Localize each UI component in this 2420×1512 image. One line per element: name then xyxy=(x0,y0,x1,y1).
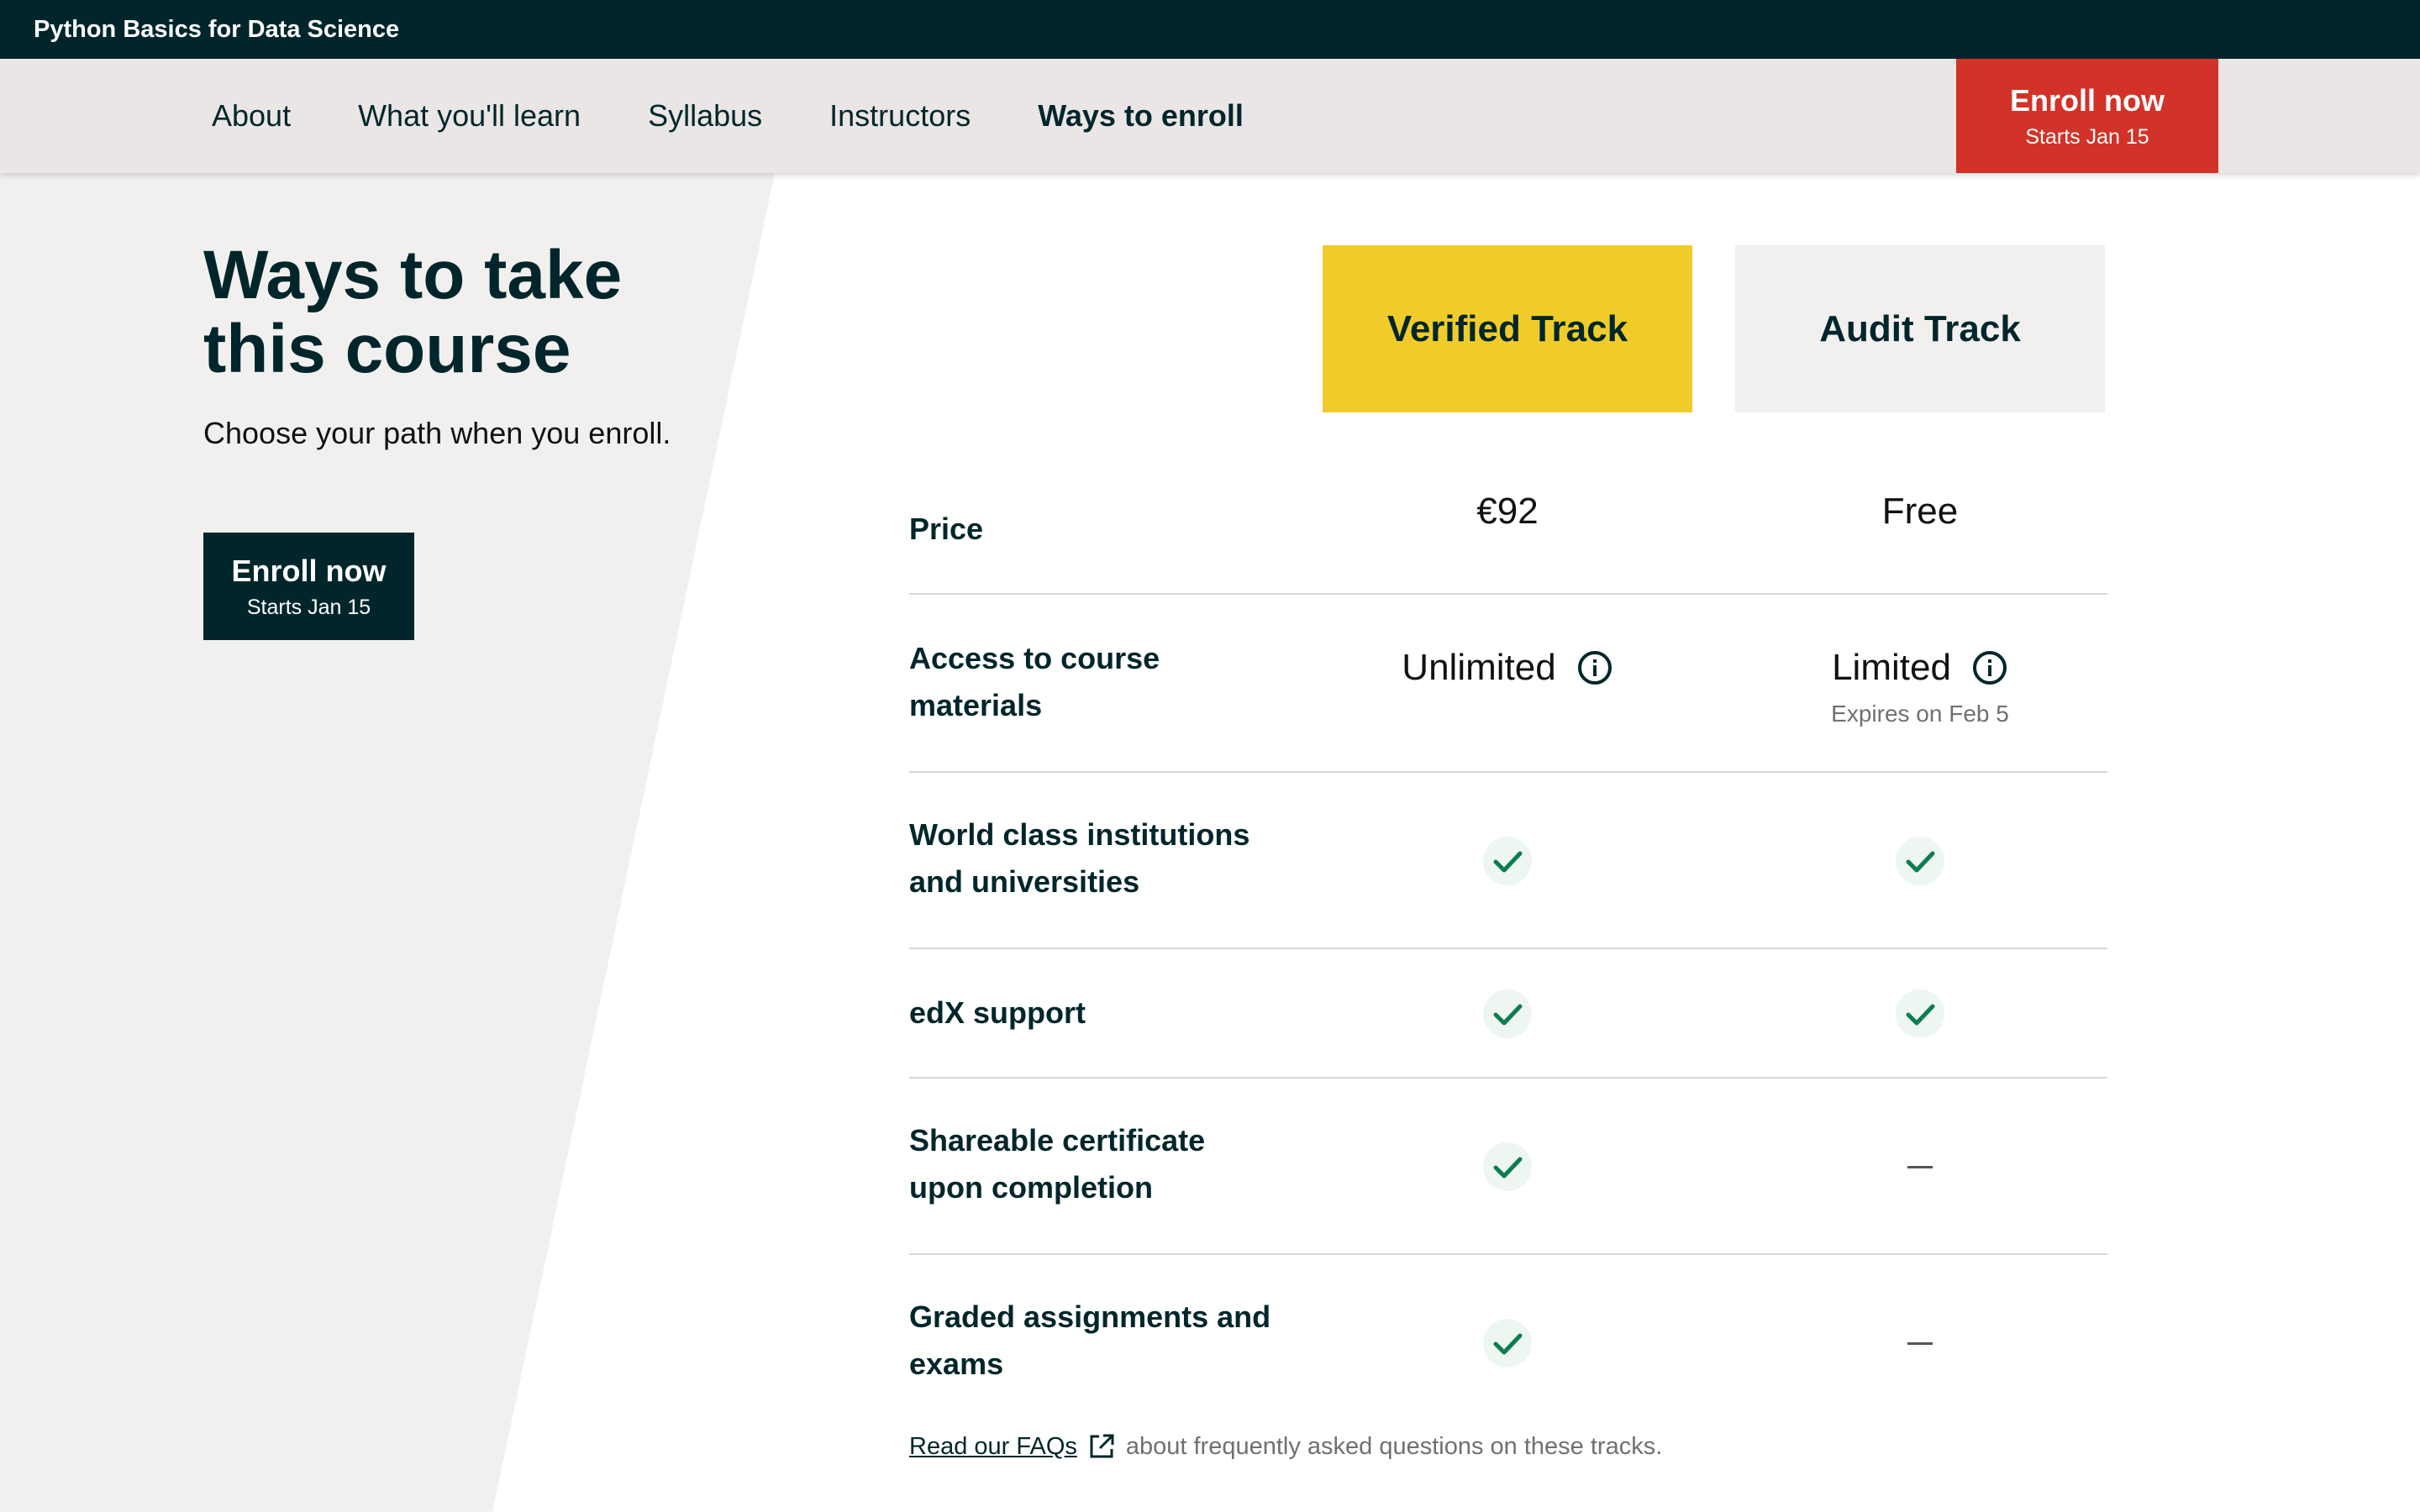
row-label-certificate-line-1: Shareable certificate xyxy=(909,1123,1206,1158)
info-icon[interactable] xyxy=(1576,649,1613,686)
row-label-access-line-1: Access to course xyxy=(909,641,1160,675)
dash-icon xyxy=(1907,1342,1933,1345)
dash-icon xyxy=(1907,1166,1933,1168)
verified-institutions-cell xyxy=(1323,837,1692,885)
row-label-graded-line-2: exams xyxy=(909,1347,1004,1381)
row-price: Price €92 Free xyxy=(909,454,2107,595)
verified-graded-cell xyxy=(1323,1319,1692,1368)
page-title: Ways to take this course xyxy=(203,239,674,386)
faq-text: about frequently asked questions on thes… xyxy=(1125,1432,1663,1460)
row-support: edX support xyxy=(909,949,2107,1079)
section-nav: About What you'll learn Syllabus Instruc… xyxy=(0,59,2420,173)
row-label-graded-line-1: Graded assignments and xyxy=(909,1299,1271,1334)
nav-links: About What you'll learn Syllabus Instruc… xyxy=(212,59,1311,173)
check-icon xyxy=(1483,990,1532,1038)
top-bar: Python Basics for Data Science xyxy=(0,0,2420,59)
nav-syllabus[interactable]: Syllabus xyxy=(648,98,762,134)
intro-enroll-start-date: Starts Jan 15 xyxy=(246,595,371,619)
info-icon[interactable] xyxy=(1971,649,2008,686)
audit-access: Limited xyxy=(1832,647,2008,689)
nav-enroll-label: Enroll now xyxy=(2010,82,2165,118)
nav-what-youll-learn[interactable]: What you'll learn xyxy=(358,98,581,134)
faq-link[interactable]: Read our FAQs xyxy=(909,1433,1077,1461)
audit-certificate-cell xyxy=(1735,1142,2105,1168)
verified-access-value: Unlimited xyxy=(1402,647,1556,688)
row-label-access-line-2: materials xyxy=(909,688,1043,722)
row-label-certificate-line-2: upon completion xyxy=(909,1170,1153,1205)
audit-track-header: Audit Track xyxy=(1735,245,2105,412)
audit-access-value: Limited xyxy=(1832,647,1951,688)
row-label-support: edX support xyxy=(909,995,1086,1030)
row-label-institutions-line-1: World class institutions xyxy=(909,817,1250,852)
row-label-institutions: World class institutions and universitie… xyxy=(909,811,1296,906)
row-label-price: Price xyxy=(909,512,984,546)
row-label-certificate: Shareable certificate upon completion xyxy=(909,1117,1296,1211)
check-icon xyxy=(1896,990,1944,1038)
nav-instructors[interactable]: Instructors xyxy=(829,98,971,134)
faq-note: Read our FAQs about frequently asked que… xyxy=(909,1432,1662,1461)
audit-support-cell xyxy=(1735,990,2105,1038)
verified-price-cell: €92 xyxy=(1323,491,1692,533)
audit-graded-cell xyxy=(1735,1319,2105,1345)
verified-support-cell xyxy=(1323,990,1692,1038)
row-label-access: Access to course materials xyxy=(909,635,1296,729)
nav-enroll-button[interactable]: Enroll now Starts Jan 15 xyxy=(1956,59,2218,173)
external-link-icon[interactable] xyxy=(1087,1432,1116,1461)
row-label-institutions-line-2: and universities xyxy=(909,864,1140,899)
verified-access: Unlimited xyxy=(1402,647,1612,689)
row-access: Access to course materials Unlimited Lim… xyxy=(909,595,2107,773)
audit-price-cell: Free xyxy=(1735,491,2105,533)
audit-access-expiry: Expires on Feb 5 xyxy=(1831,701,2009,727)
audit-price: Free xyxy=(1881,491,1959,532)
nav-about[interactable]: About xyxy=(212,98,291,134)
verified-track-header: Verified Track xyxy=(1323,245,1692,412)
row-certificate: Shareable certificate upon completion xyxy=(909,1079,2107,1255)
nav-ways-to-enroll[interactable]: Ways to enroll xyxy=(1038,98,1244,134)
row-graded: Graded assignments and exams xyxy=(909,1255,2107,1423)
row-label-graded: Graded assignments and exams xyxy=(909,1294,1296,1388)
check-icon xyxy=(1483,1142,1532,1191)
intro-description: Choose your path when you enroll. xyxy=(203,416,671,450)
nav-enroll-start-date: Starts Jan 15 xyxy=(2025,124,2149,149)
intro-section: Ways to take this course Choose your pat… xyxy=(203,239,674,457)
check-icon xyxy=(1483,1319,1532,1368)
verified-price: €92 xyxy=(1476,491,1539,532)
page-title-line-1: Ways to take xyxy=(203,237,623,313)
page-title-line-2: this course xyxy=(203,311,571,387)
check-icon xyxy=(1483,837,1532,885)
check-icon xyxy=(1896,837,1944,885)
intro-enroll-label: Enroll now xyxy=(231,553,387,588)
verified-access-cell: Unlimited xyxy=(1323,647,1692,689)
intro-enroll-button[interactable]: Enroll now Starts Jan 15 xyxy=(203,533,414,640)
verified-certificate-cell xyxy=(1323,1142,1692,1191)
audit-access-cell: Limited Expires on Feb 5 xyxy=(1735,647,2105,727)
audit-institutions-cell xyxy=(1735,837,2105,885)
course-title: Python Basics for Data Science xyxy=(34,15,400,43)
row-institutions: World class institutions and universitie… xyxy=(909,773,2107,949)
